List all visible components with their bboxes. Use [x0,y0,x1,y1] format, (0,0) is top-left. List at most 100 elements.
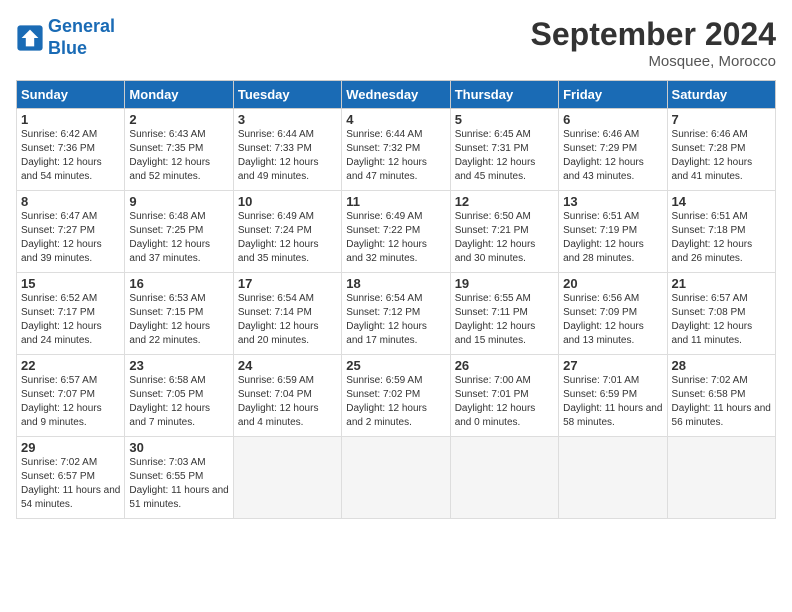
day-info: Sunrise: 6:54 AMSunset: 7:14 PMDaylight:… [238,292,337,348]
day-number: 8 [21,194,120,209]
logo-line2: Blue [48,38,87,58]
header: General Blue September 2024 Mosquee, Mor… [16,16,776,70]
day-number: 28 [672,358,771,373]
day-number: 5 [455,112,554,127]
calendar-cell: 29 Sunrise: 7:02 AMSunset: 6:57 PMDaylig… [17,437,125,519]
day-number: 12 [455,194,554,209]
day-info: Sunrise: 6:46 AMSunset: 7:28 PMDaylight:… [672,128,771,184]
calendar-cell: 21 Sunrise: 6:57 AMSunset: 7:08 PMDaylig… [667,273,775,355]
day-info: Sunrise: 6:46 AMSunset: 7:29 PMDaylight:… [563,128,662,184]
calendar-cell [342,437,450,519]
calendar-cell: 14 Sunrise: 6:51 AMSunset: 7:18 PMDaylig… [667,191,775,273]
day-info: Sunrise: 6:51 AMSunset: 7:18 PMDaylight:… [672,210,771,266]
day-number: 2 [129,112,228,127]
day-info: Sunrise: 6:48 AMSunset: 7:25 PMDaylight:… [129,210,228,266]
day-info: Sunrise: 6:58 AMSunset: 7:05 PMDaylight:… [129,374,228,430]
calendar-cell: 30 Sunrise: 7:03 AMSunset: 6:55 PMDaylig… [125,437,233,519]
day-info: Sunrise: 6:53 AMSunset: 7:15 PMDaylight:… [129,292,228,348]
calendar-row: 8 Sunrise: 6:47 AMSunset: 7:27 PMDayligh… [17,191,776,273]
calendar-cell: 16 Sunrise: 6:53 AMSunset: 7:15 PMDaylig… [125,273,233,355]
calendar-row: 29 Sunrise: 7:02 AMSunset: 6:57 PMDaylig… [17,437,776,519]
day-number: 6 [563,112,662,127]
calendar-cell: 19 Sunrise: 6:55 AMSunset: 7:11 PMDaylig… [450,273,558,355]
col-sunday: Sunday [17,81,125,109]
calendar-cell: 23 Sunrise: 6:58 AMSunset: 7:05 PMDaylig… [125,355,233,437]
col-friday: Friday [559,81,667,109]
calendar-cell: 17 Sunrise: 6:54 AMSunset: 7:14 PMDaylig… [233,273,341,355]
day-number: 11 [346,194,445,209]
calendar-cell: 13 Sunrise: 6:51 AMSunset: 7:19 PMDaylig… [559,191,667,273]
calendar-cell: 18 Sunrise: 6:54 AMSunset: 7:12 PMDaylig… [342,273,450,355]
day-info: Sunrise: 6:57 AMSunset: 7:08 PMDaylight:… [672,292,771,348]
day-number: 10 [238,194,337,209]
day-info: Sunrise: 6:59 AMSunset: 7:04 PMDaylight:… [238,374,337,430]
col-monday: Monday [125,81,233,109]
day-info: Sunrise: 6:51 AMSunset: 7:19 PMDaylight:… [563,210,662,266]
calendar-row: 1 Sunrise: 6:42 AMSunset: 7:36 PMDayligh… [17,109,776,191]
calendar-cell: 22 Sunrise: 6:57 AMSunset: 7:07 PMDaylig… [17,355,125,437]
day-number: 3 [238,112,337,127]
calendar-cell: 8 Sunrise: 6:47 AMSunset: 7:27 PMDayligh… [17,191,125,273]
calendar-cell: 26 Sunrise: 7:00 AMSunset: 7:01 PMDaylig… [450,355,558,437]
calendar-cell: 10 Sunrise: 6:49 AMSunset: 7:24 PMDaylig… [233,191,341,273]
header-row: Sunday Monday Tuesday Wednesday Thursday… [17,81,776,109]
calendar-cell [450,437,558,519]
day-number: 30 [129,440,228,455]
location: Mosquee, Morocco [531,53,776,70]
title-block: September 2024 Mosquee, Morocco [531,16,776,70]
col-tuesday: Tuesday [233,81,341,109]
calendar-cell: 4 Sunrise: 6:44 AMSunset: 7:32 PMDayligh… [342,109,450,191]
calendar-cell: 11 Sunrise: 6:49 AMSunset: 7:22 PMDaylig… [342,191,450,273]
day-number: 19 [455,276,554,291]
day-number: 24 [238,358,337,373]
calendar-cell: 24 Sunrise: 6:59 AMSunset: 7:04 PMDaylig… [233,355,341,437]
day-info: Sunrise: 6:49 AMSunset: 7:24 PMDaylight:… [238,210,337,266]
day-info: Sunrise: 6:43 AMSunset: 7:35 PMDaylight:… [129,128,228,184]
calendar-cell: 1 Sunrise: 6:42 AMSunset: 7:36 PMDayligh… [17,109,125,191]
day-number: 25 [346,358,445,373]
day-info: Sunrise: 7:00 AMSunset: 7:01 PMDaylight:… [455,374,554,430]
day-info: Sunrise: 6:50 AMSunset: 7:21 PMDaylight:… [455,210,554,266]
day-number: 20 [563,276,662,291]
calendar-cell: 15 Sunrise: 6:52 AMSunset: 7:17 PMDaylig… [17,273,125,355]
day-info: Sunrise: 7:02 AMSunset: 6:57 PMDaylight:… [21,456,120,512]
calendar-table: Sunday Monday Tuesday Wednesday Thursday… [16,80,776,519]
logo-line1: General [48,16,115,36]
calendar-cell: 27 Sunrise: 7:01 AMSunset: 6:59 PMDaylig… [559,355,667,437]
day-info: Sunrise: 6:52 AMSunset: 7:17 PMDaylight:… [21,292,120,348]
day-info: Sunrise: 7:02 AMSunset: 6:58 PMDaylight:… [672,374,771,430]
day-number: 13 [563,194,662,209]
calendar-body: 1 Sunrise: 6:42 AMSunset: 7:36 PMDayligh… [17,109,776,519]
day-number: 16 [129,276,228,291]
calendar-cell: 25 Sunrise: 6:59 AMSunset: 7:02 PMDaylig… [342,355,450,437]
logo-text: General Blue [48,16,115,59]
day-info: Sunrise: 6:55 AMSunset: 7:11 PMDaylight:… [455,292,554,348]
logo: General Blue [16,16,115,59]
day-info: Sunrise: 6:44 AMSunset: 7:33 PMDaylight:… [238,128,337,184]
calendar-cell: 6 Sunrise: 6:46 AMSunset: 7:29 PMDayligh… [559,109,667,191]
calendar-row: 22 Sunrise: 6:57 AMSunset: 7:07 PMDaylig… [17,355,776,437]
day-number: 18 [346,276,445,291]
day-info: Sunrise: 7:01 AMSunset: 6:59 PMDaylight:… [563,374,662,430]
day-info: Sunrise: 6:42 AMSunset: 7:36 PMDaylight:… [21,128,120,184]
calendar-cell: 3 Sunrise: 6:44 AMSunset: 7:33 PMDayligh… [233,109,341,191]
day-info: Sunrise: 6:54 AMSunset: 7:12 PMDaylight:… [346,292,445,348]
month-title: September 2024 [531,16,776,53]
day-number: 7 [672,112,771,127]
calendar-cell: 5 Sunrise: 6:45 AMSunset: 7:31 PMDayligh… [450,109,558,191]
day-info: Sunrise: 6:49 AMSunset: 7:22 PMDaylight:… [346,210,445,266]
day-number: 4 [346,112,445,127]
day-number: 27 [563,358,662,373]
day-number: 22 [21,358,120,373]
day-number: 9 [129,194,228,209]
day-number: 14 [672,194,771,209]
day-number: 1 [21,112,120,127]
col-wednesday: Wednesday [342,81,450,109]
day-number: 26 [455,358,554,373]
calendar-row: 15 Sunrise: 6:52 AMSunset: 7:17 PMDaylig… [17,273,776,355]
calendar-cell: 28 Sunrise: 7:02 AMSunset: 6:58 PMDaylig… [667,355,775,437]
calendar-cell [667,437,775,519]
col-thursday: Thursday [450,81,558,109]
day-info: Sunrise: 6:56 AMSunset: 7:09 PMDaylight:… [563,292,662,348]
day-info: Sunrise: 6:44 AMSunset: 7:32 PMDaylight:… [346,128,445,184]
